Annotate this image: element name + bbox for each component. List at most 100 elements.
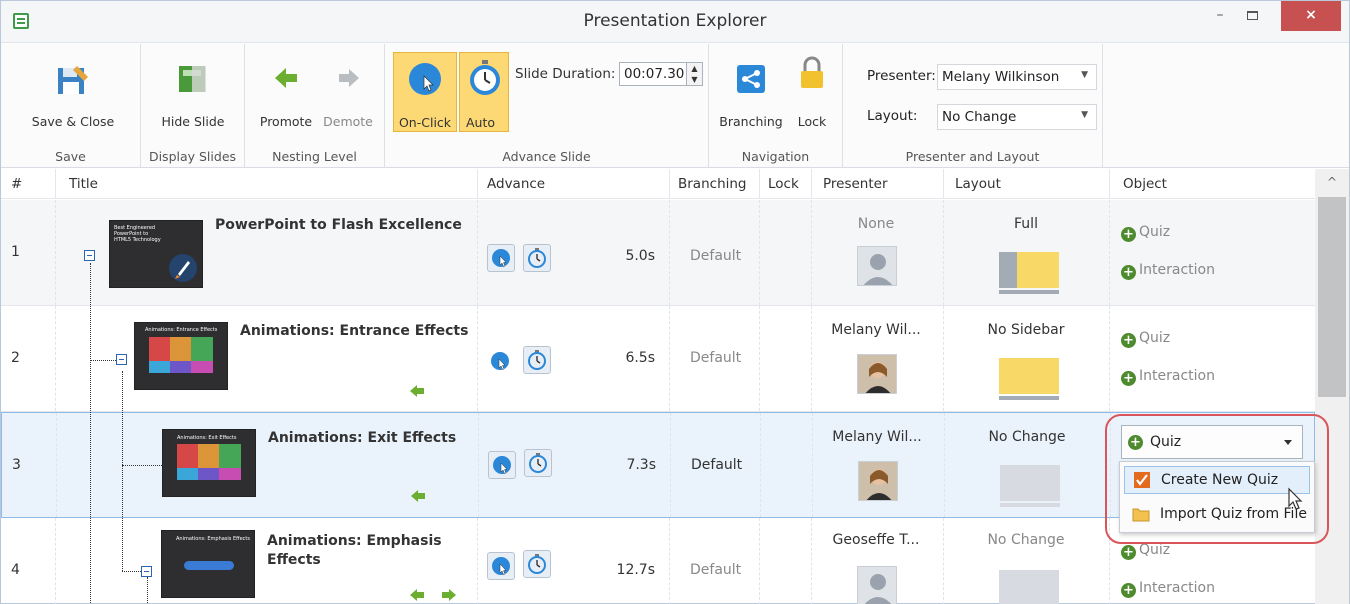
presenter-layout-group-label: Presenter and Layout xyxy=(905,149,1040,164)
collapse-toggle-icon[interactable] xyxy=(116,354,127,365)
demote-button[interactable]: Demote xyxy=(317,52,379,129)
slide-thumbnail: Animations: Entrance Effects xyxy=(134,322,228,390)
col-lock[interactable]: Lock xyxy=(768,176,799,192)
maximize-icon xyxy=(1246,11,1258,20)
auto-timer-icon[interactable] xyxy=(524,449,552,477)
lock-icon xyxy=(801,56,823,88)
branching-label: Branching xyxy=(719,114,783,129)
add-interaction-button[interactable]: + Interaction xyxy=(1121,368,1215,386)
promote-arrow-icon[interactable] xyxy=(409,588,425,602)
col-num[interactable]: # xyxy=(11,176,22,192)
branching-value[interactable]: Default xyxy=(691,457,742,473)
col-presenter[interactable]: Presenter xyxy=(823,176,888,192)
tree-line xyxy=(90,360,116,361)
presenter-label: Presenter: xyxy=(867,68,936,84)
duration-spinner-icon[interactable]: ▲ ▼ xyxy=(686,63,702,85)
auto-timer-icon[interactable] xyxy=(523,550,551,578)
add-quiz-button[interactable]: + Quiz xyxy=(1121,330,1170,348)
branching-value[interactable]: Default xyxy=(690,248,741,264)
layout-no-change-icon xyxy=(1000,465,1060,507)
col-object[interactable]: Object xyxy=(1123,176,1167,192)
on-click-icon[interactable] xyxy=(488,451,516,479)
presentation-explorer-window: Presentation Explorer – × Save & Close S… xyxy=(0,0,1350,604)
on-click-icon[interactable] xyxy=(487,244,515,272)
presenter-value: Melany Wilkinson xyxy=(942,69,1060,85)
layout-name: No Change xyxy=(988,429,1066,445)
nesting-level-group: Promote Demote Nesting Level xyxy=(245,44,385,168)
add-interaction-button[interactable]: + Interaction xyxy=(1121,580,1215,598)
slide-title[interactable]: Animations: Entrance Effects xyxy=(240,322,468,341)
minimize-button[interactable]: – xyxy=(1205,1,1235,31)
save-group-label: Save xyxy=(55,149,86,164)
slide-title[interactable]: Animations: Emphasis Effects xyxy=(267,532,467,570)
col-advance[interactable]: Advance xyxy=(487,176,545,192)
thumbnail-text: Animations: Entrance Effects xyxy=(145,327,218,333)
auto-button[interactable]: Auto xyxy=(459,52,509,132)
col-layout[interactable]: Layout xyxy=(955,176,1001,192)
plus-icon: + xyxy=(1121,227,1136,242)
close-button[interactable]: × xyxy=(1281,1,1341,31)
rocket-icon xyxy=(169,254,197,282)
presenter-layout-group: Presenter: Melany Wilkinson ▼ Layout: No… xyxy=(843,44,1103,168)
promote-arrow-icon[interactable] xyxy=(409,384,425,398)
add-interaction-label: Interaction xyxy=(1139,580,1215,596)
hide-slide-label: Hide Slide xyxy=(161,114,225,129)
tree-line xyxy=(122,371,123,571)
demote-arrow-icon[interactable] xyxy=(441,588,457,602)
scroll-up-icon[interactable]: ^ xyxy=(1315,175,1349,191)
layout-no-change-icon xyxy=(999,570,1059,604)
collapse-toggle-icon[interactable] xyxy=(84,250,95,261)
layout-name: No Change xyxy=(987,532,1065,548)
presenter-select[interactable]: Melany Wilkinson ▼ xyxy=(937,64,1097,90)
promote-button[interactable]: Promote xyxy=(255,52,317,129)
scrollbar-thumb[interactable] xyxy=(1318,197,1346,397)
presenter-photo xyxy=(858,461,898,501)
slide-duration-label: Slide Duration: xyxy=(515,66,616,82)
tree-line xyxy=(147,577,148,604)
layout-full-icon xyxy=(999,252,1059,294)
on-click-button[interactable]: On-Click xyxy=(393,52,457,132)
auto-timer-icon[interactable] xyxy=(523,346,551,374)
layout-name: Full xyxy=(1014,216,1038,232)
lock-label: Lock xyxy=(797,114,827,129)
on-click-icon[interactable] xyxy=(487,552,515,580)
nesting-level-group-label: Nesting Level xyxy=(272,149,357,164)
table-row[interactable]: 1 Best Engineered PowerPoint to HTML5 Te… xyxy=(1,200,1315,306)
hide-slide-button[interactable]: Hide Slide xyxy=(155,52,231,129)
presenter-name: Melany Wil... xyxy=(832,429,922,445)
promote-arrow-icon[interactable] xyxy=(410,489,426,503)
on-click-icon[interactable] xyxy=(487,348,515,376)
display-slides-group-label: Display Slides xyxy=(148,149,237,164)
slide-title[interactable]: PowerPoint to Flash Excellence xyxy=(215,216,462,235)
promote-label: Promote xyxy=(259,114,313,129)
slide-duration-field[interactable]: 00:07.30 ▲ ▼ xyxy=(619,62,703,86)
thumbnail-text: Animations: Emphasis Effects xyxy=(176,536,250,542)
branching-value[interactable]: Default xyxy=(690,350,741,366)
demote-label: Demote xyxy=(323,114,373,129)
presenter-photo xyxy=(857,354,897,394)
col-branching[interactable]: Branching xyxy=(678,176,747,192)
maximize-button[interactable] xyxy=(1235,1,1269,31)
lock-button[interactable]: Lock xyxy=(789,52,835,129)
save-close-button[interactable]: Save & Close xyxy=(31,52,115,129)
duration-value: 5.0s xyxy=(625,248,655,264)
tree-line xyxy=(122,465,162,466)
table-row[interactable]: 2 Animations: Entrance Effects Animation… xyxy=(1,306,1315,412)
col-title[interactable]: Title xyxy=(69,176,98,192)
advance-slide-group: On-Click Auto Slide Duration: 00:07.30 ▲… xyxy=(385,44,709,168)
branching-value[interactable]: Default xyxy=(690,562,741,578)
add-quiz-label: Quiz xyxy=(1139,330,1171,346)
slide-title[interactable]: Animations: Exit Effects xyxy=(268,429,456,448)
slide-thumbnail: Animations: Emphasis Effects xyxy=(161,530,255,598)
layout-select[interactable]: No Change ▼ xyxy=(937,104,1097,130)
add-quiz-button[interactable]: + Quiz xyxy=(1121,224,1170,242)
auto-timer-icon[interactable] xyxy=(523,244,551,272)
layout-label: Layout: xyxy=(867,108,918,124)
navigation-group: Branching Lock Navigation xyxy=(709,44,843,168)
slide-duration-value: 00:07.30 xyxy=(624,66,685,82)
collapse-toggle-icon[interactable] xyxy=(141,566,152,577)
add-interaction-button[interactable]: + Interaction xyxy=(1121,262,1215,280)
add-quiz-button[interactable]: + Quiz xyxy=(1121,542,1170,560)
ribbon: Save & Close Save Hide Slide Display Sli… xyxy=(1,44,1349,168)
branching-button[interactable]: Branching xyxy=(715,52,787,129)
